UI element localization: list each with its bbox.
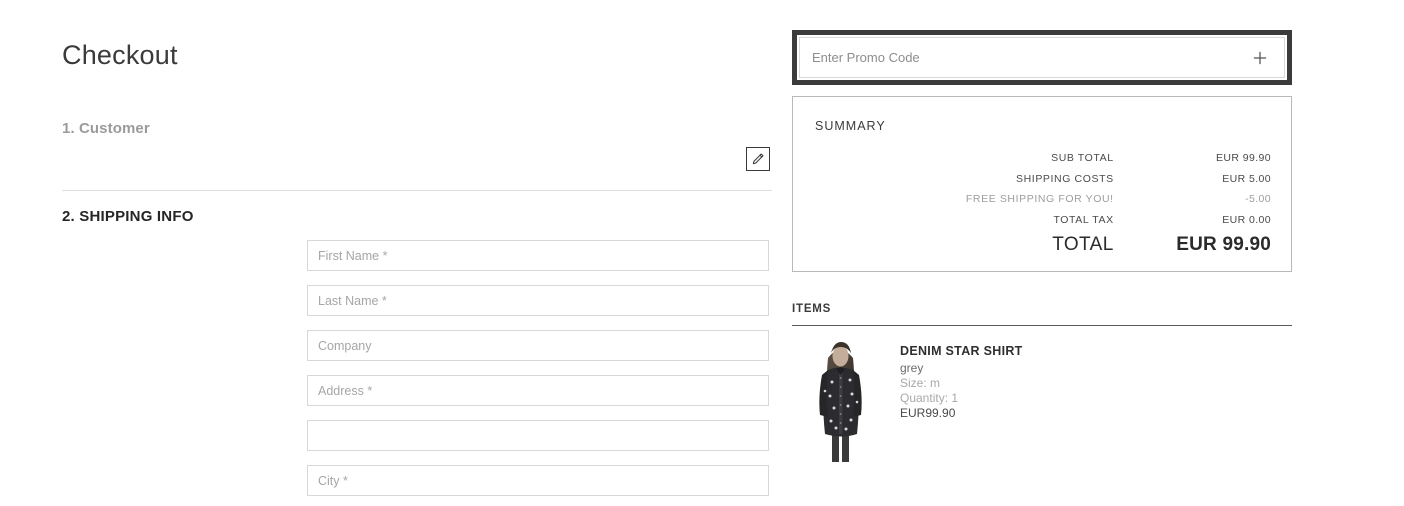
plus-icon[interactable] bbox=[1248, 46, 1272, 70]
shipping-form bbox=[307, 240, 769, 506]
first-name-input[interactable] bbox=[307, 240, 769, 271]
summary-value: EUR 0.00 bbox=[1222, 213, 1271, 226]
summary-value: EUR 5.00 bbox=[1222, 172, 1271, 185]
summary-value: -5.00 bbox=[1245, 193, 1271, 205]
summary-rows: SUB TOTAL EUR 99.90 SHIPPING COSTS EUR 5… bbox=[815, 152, 1271, 256]
promo-code-field-wrapper bbox=[792, 30, 1292, 85]
summary-row-shipping-costs: SHIPPING COSTS EUR 5.00 bbox=[815, 173, 1271, 185]
address-line-2-input[interactable] bbox=[307, 420, 769, 451]
items-title: ITEMS bbox=[792, 303, 832, 315]
checkout-page: Checkout 1. Customer 2. SHIPPING INFO Fi… bbox=[0, 0, 1404, 506]
item-size: Size: m bbox=[900, 376, 941, 390]
edit-customer-button[interactable] bbox=[746, 147, 770, 171]
summary-total-label: TOTAL bbox=[1052, 234, 1114, 255]
step-header-customer: 1. Customer bbox=[62, 120, 150, 137]
item-color: grey bbox=[900, 361, 924, 375]
company-input[interactable] bbox=[307, 330, 769, 361]
order-summary-box: SUMMARY SUB TOTAL EUR 99.90 SHIPPING COS… bbox=[792, 96, 1292, 272]
promo-code-field[interactable] bbox=[799, 37, 1285, 78]
item-quantity: Quantity: 1 bbox=[900, 391, 959, 405]
summary-label: TOTAL TAX bbox=[1053, 213, 1114, 226]
last-name-input[interactable] bbox=[307, 285, 769, 316]
summary-title: SUMMARY bbox=[815, 119, 886, 133]
checkout-left-column: Checkout 1. Customer 2. SHIPPING INFO bbox=[62, 0, 772, 506]
product-thumbnail bbox=[806, 336, 874, 464]
summary-row-free-shipping: FREE SHIPPING FOR YOU! -5.00 bbox=[815, 193, 1271, 205]
summary-row-total-tax: TOTAL TAX EUR 0.00 bbox=[815, 214, 1271, 226]
summary-row-total: TOTAL EUR 99.90 bbox=[815, 234, 1271, 256]
summary-value: EUR 99.90 bbox=[1216, 152, 1271, 164]
summary-label: SHIPPING COSTS bbox=[1016, 172, 1114, 185]
step-header-shipping: 2. SHIPPING INFO bbox=[62, 208, 194, 225]
item-details: DENIM STAR SHIRT grey Size: m Quantity: … bbox=[900, 336, 1023, 464]
page-title: Checkout bbox=[62, 40, 178, 70]
section-divider bbox=[62, 190, 772, 191]
promo-code-input[interactable] bbox=[812, 50, 1248, 65]
list-item[interactable]: DENIM STAR SHIRT grey Size: m Quantity: … bbox=[792, 336, 1023, 464]
item-name: DENIM STAR SHIRT bbox=[900, 344, 1023, 358]
city-input[interactable] bbox=[307, 465, 769, 496]
address-input[interactable] bbox=[307, 375, 769, 406]
summary-row-sub-total: SUB TOTAL EUR 99.90 bbox=[815, 152, 1271, 164]
summary-label: SUB TOTAL bbox=[1051, 152, 1114, 164]
pencil-icon bbox=[751, 152, 765, 166]
summary-label: FREE SHIPPING FOR YOU! bbox=[965, 193, 1114, 205]
summary-total-value: EUR 99.90 bbox=[1176, 234, 1271, 255]
items-divider bbox=[792, 325, 1292, 326]
item-price: EUR99.90 bbox=[900, 406, 956, 420]
